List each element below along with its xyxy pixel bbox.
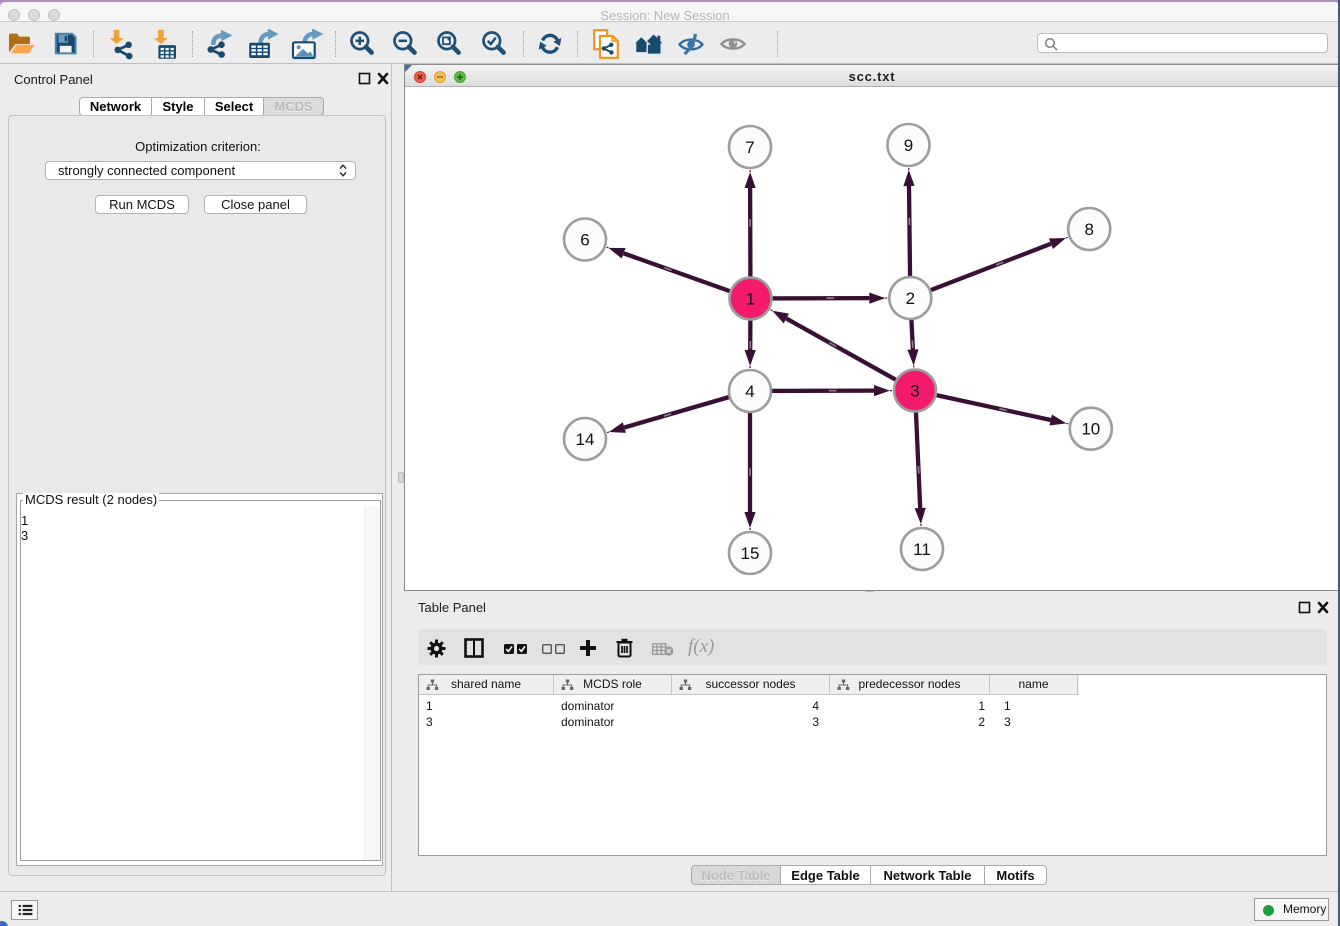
svg-text:4: 4 xyxy=(745,382,754,401)
svg-text:7: 7 xyxy=(745,138,754,157)
svg-text:1: 1 xyxy=(746,290,755,309)
svg-text:9: 9 xyxy=(904,136,913,155)
svg-text:14: 14 xyxy=(576,430,595,449)
svg-text:11: 11 xyxy=(913,540,931,559)
svg-text:3: 3 xyxy=(910,382,919,401)
svg-text:2: 2 xyxy=(906,289,915,308)
svg-text:10: 10 xyxy=(1081,420,1100,439)
svg-text:8: 8 xyxy=(1084,220,1093,239)
svg-text:6: 6 xyxy=(580,231,589,250)
svg-text:15: 15 xyxy=(741,544,760,563)
